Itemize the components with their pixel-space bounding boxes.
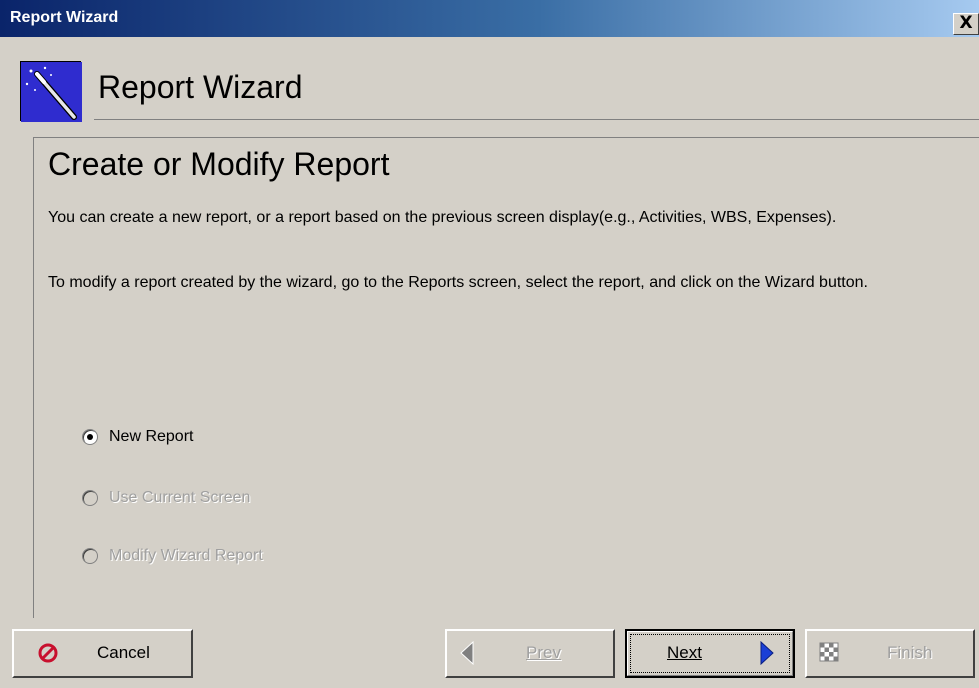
radio-selected-dot — [87, 434, 93, 440]
cancel-icon — [38, 643, 58, 663]
radio-label: Modify Wizard Report — [109, 547, 263, 564]
description-paragraph-2: To modify a report created by the wizard… — [48, 274, 868, 291]
finish-button[interactable]: Finish — [805, 629, 975, 678]
header-title: Report Wizard — [98, 69, 303, 105]
radio-button[interactable] — [82, 429, 98, 445]
checkered-flag-icon — [819, 642, 839, 662]
title-bar[interactable]: Report Wizard — [0, 0, 979, 37]
prev-button[interactable]: Prev — [445, 629, 615, 678]
next-button[interactable]: Next — [625, 629, 795, 678]
close-icon: X — [959, 13, 973, 33]
prev-label: Prev — [526, 643, 561, 662]
arrow-left-icon — [460, 641, 474, 665]
radio-label: New Report — [109, 428, 194, 445]
finish-label: Finish — [887, 643, 933, 662]
magic-wand-icon — [20, 61, 82, 122]
radio-use-current-screen[interactable]: Use Current Screen — [82, 486, 250, 510]
radio-label: Use Current Screen — [109, 489, 251, 506]
radio-modify-wizard-report[interactable]: Modify Wizard Report — [82, 544, 263, 568]
header-divider — [94, 119, 979, 120]
page-title: Create or Modify Report — [48, 146, 390, 182]
radio-button[interactable] — [82, 490, 98, 506]
window-title: Report Wizard — [10, 9, 119, 26]
cancel-label: Cancel — [97, 643, 150, 662]
next-label: Next — [667, 643, 702, 662]
close-button[interactable]: X — [953, 13, 979, 35]
radio-new-report[interactable]: New Report — [82, 425, 193, 449]
description-paragraph-1: You can create a new report, or a report… — [48, 209, 837, 226]
cancel-button[interactable]: Cancel — [12, 629, 193, 678]
arrow-right-icon — [760, 641, 774, 665]
radio-button[interactable] — [82, 548, 98, 564]
